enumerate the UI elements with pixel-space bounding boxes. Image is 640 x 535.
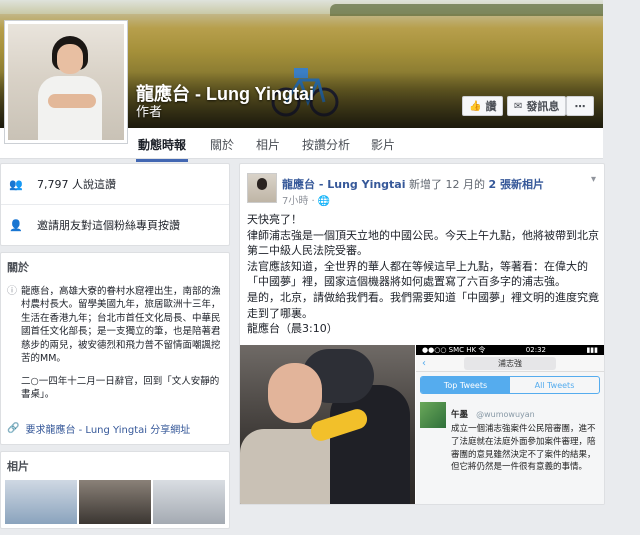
tab-likes-analysis[interactable]: 按讚分析 [302,136,350,153]
suggest-link-label: 要求龍應台 - Lung Yingtai 分享網址 [25,424,191,436]
tweet-item: 午墨 @wumowuyan 成立一個浦志強案件公民陪審團，進不了法庭就在法庭外面… [416,398,604,478]
message-button[interactable]: ✉ 發訊息 [507,96,567,116]
tweet-handle: @wumowuyan [476,410,535,419]
photo-grid [1,479,229,528]
post-photos-link[interactable]: 2 張新相片 [489,178,544,191]
thumbs-up-icon: 👍 [469,100,482,112]
tab-videos[interactable]: 影片 [371,136,395,153]
photos-title: 相片 [7,459,29,473]
invite-icon: 👤 [9,218,23,232]
tweet-text: 成立一個浦志強案件公民陪審團，進不了法庭就在法庭外面參加案件審理，陪審團的意見雖… [451,424,596,473]
about-title: 關於 [7,261,29,274]
message-button-label: 發訊息 [526,100,560,113]
link-icon: 🔗 [7,422,20,434]
people-icon: 👥 [9,177,23,191]
post-line: 法官應該知道，全世界的華人都在等候這早上九點，等著看：在偉大的「中國夢」裡，國家… [247,259,588,289]
phone-status-bar: ●●○○ SMC HK 令 02:32 ▮▮▮ [416,345,604,355]
back-arrow-icon: ‹ [422,357,426,369]
tab-timeline[interactable]: 動態時報 [135,136,189,162]
photos-card: 相片 [0,450,230,529]
likes-count: 7,797 人說這讚 [37,178,116,191]
tab-photos[interactable]: 相片 [256,136,280,153]
like-button[interactable]: 👍 讚 [462,96,504,116]
post-line: 是的，北京，請做給我們看。我們需要知道「中國夢」裡文明的進度究竟走到了哪裏。 [247,291,599,320]
timeline-post: 龍應台 - Lung Yingtai 新增了 12 月的 2 張新相片 7小時 … [239,163,605,505]
more-button[interactable]: ⋯ [566,96,594,116]
about-text: ⓘ 龍應台，高雄大寮的眷村水窟裡出生，南部的漁村農村長大。留學美國九年，旅居歐洲… [1,281,229,417]
photo-thumbnail[interactable] [5,479,77,524]
post-header: 龍應台 - Lung Yingtai 新增了 12 月的 2 張新相片 [282,176,544,192]
suggest-link-row[interactable]: 🔗 要求龍應台 - Lung Yingtai 分享網址 [1,417,229,444]
post-author-name[interactable]: 龍應台 - Lung Yingtai [282,178,406,191]
post-line: 律師浦志強是一個頂天立地的中國公民。今天上午九點，他將被帶到北京第二中級人民法院… [247,228,599,258]
tab-top-tweets: Top Tweets [421,377,510,393]
about-header: 關於 [1,253,229,281]
photo-thumbnail[interactable] [79,479,151,524]
page-title[interactable]: 龍應台 - Lung Yingtai [136,80,314,106]
like-button-label: 讚 [485,100,497,113]
chevron-down-icon[interactable]: ▾ [591,174,596,185]
post-action-text: 新增了 12 月的 [409,178,485,191]
more-dots-icon: ⋯ [574,99,586,113]
about-card: 關於 ⓘ 龍應台，高雄大寮的眷村水窟裡出生，南部的漁村農村長大。留學美國九年，旅… [0,252,230,445]
tweet-author: 午墨 [451,410,469,420]
phone-carrier: ●●○○ SMC HK 令 [422,346,486,354]
about-paragraph-2: 二○一四年十二月一日辭官，回到「文人安靜的書桌」。 [21,375,220,401]
info-icon: ⓘ [7,286,17,297]
chat-icon: ✉ [514,100,523,112]
post-line: 龍應台（晨3:10） [247,322,338,336]
photos-header[interactable]: 相片 [1,452,229,480]
tweet-avatar [420,402,446,428]
photo-thumbnail[interactable] [153,479,225,524]
invite-friends-row[interactable]: 👤 邀請朋友對這個粉絲專頁按讚 [1,205,229,245]
phone-search-query: 浦志強 [464,356,556,370]
post-author-avatar[interactable] [247,173,277,203]
post-timestamp[interactable]: 7小時 · 🌐 [282,192,330,207]
phone-search-bar: ‹ 浦志強 [416,355,604,372]
page-category: 作者 [136,105,163,120]
likes-count-row[interactable]: 👥 7,797 人說這讚 [1,164,229,205]
phone-clock: 02:32 [525,346,546,354]
profile-picture[interactable] [4,20,128,144]
tab-all-tweets: All Tweets [534,380,575,390]
invite-friends-label: 邀請朋友對這個粉絲專頁按讚 [37,219,180,232]
post-photo-2[interactable]: ●●○○ SMC HK 令 02:32 ▮▮▮ ‹ 浦志強 Top Tweets… [416,345,604,504]
likes-card: 👥 7,797 人說這讚 👤 邀請朋友對這個粉絲專頁按讚 [0,163,230,246]
about-paragraph-1: 龍應台，高雄大寮的眷村水窟裡出生，南部的漁村農村長大。留學美國九年，旅居歐洲十三… [21,286,221,365]
tab-about[interactable]: 關於 [210,136,234,153]
battery-icon: ▮▮▮ [586,346,598,354]
cover-trees [330,4,603,16]
left-sidebar: 👥 7,797 人說這讚 👤 邀請朋友對這個粉絲專頁按讚 關於 ⓘ 龍應台，高雄… [0,163,230,535]
twitter-tabs: Top Tweets All Tweets [420,376,600,394]
post-line: 天快亮了！ [247,213,302,226]
post-photo-1[interactable] [240,345,415,504]
post-body: 天快亮了！ 律師浦志強是一個頂天立地的中國公民。今天上午九點，他將被帶到北京第二… [247,212,599,337]
